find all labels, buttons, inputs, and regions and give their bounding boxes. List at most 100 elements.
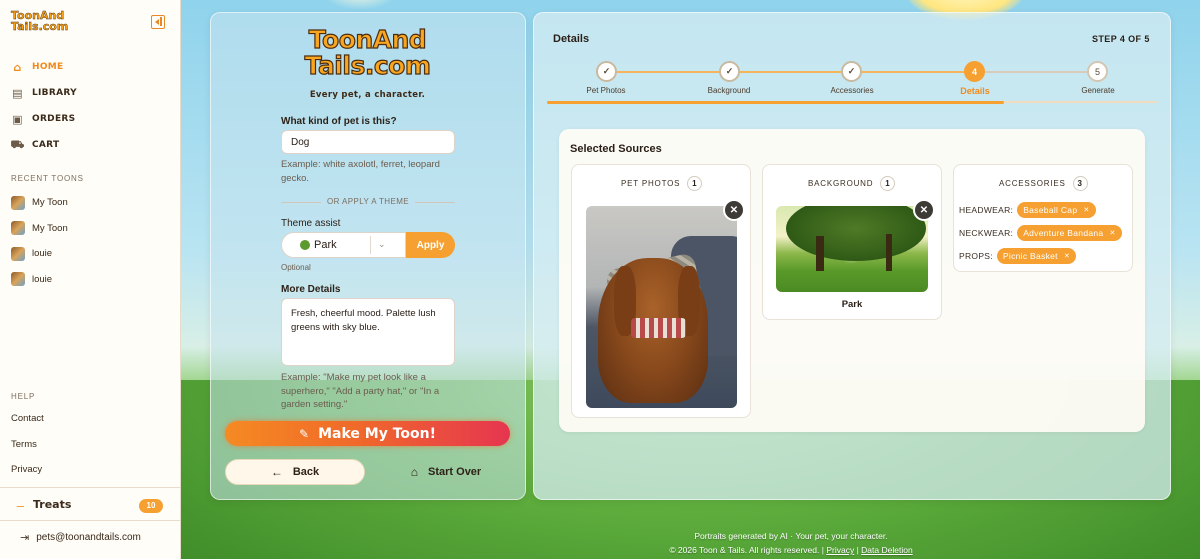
remove-background-icon[interactable]: ✕: [913, 199, 935, 221]
chip-label: Baseball Cap: [1023, 205, 1078, 215]
chip-label: Picnic Basket: [1002, 251, 1058, 261]
recent-toon-item[interactable]: louie: [11, 241, 68, 267]
step-circle-background[interactable]: ✓: [719, 61, 740, 82]
nav-label: HOME: [32, 62, 64, 72]
recent-toon-item[interactable]: louie: [11, 267, 68, 293]
accessory-row-headwear: HEADWEAR: Baseball Cap ✕: [959, 202, 1096, 218]
chip-label: Adventure Bandana: [1023, 228, 1104, 238]
step-circle-accessories[interactable]: ✓: [841, 61, 862, 82]
pet-kind-input[interactable]: Dog: [281, 130, 455, 154]
theme-assist-label: Theme assist: [281, 218, 341, 229]
accessory-chip[interactable]: Adventure Bandana ✕: [1017, 225, 1122, 241]
footer-tagline: Portraits generated by AI · Your pet, yo…: [694, 531, 888, 541]
step-label: Accessories: [830, 86, 874, 95]
background-heading: BACKGROUND 1: [808, 176, 896, 191]
nav-label: LIBRARY: [32, 88, 77, 98]
stepper-progress: [547, 101, 1004, 104]
more-details-textarea[interactable]: Fresh, cheerful mood. Palette lush green…: [281, 298, 455, 366]
apply-theme-button[interactable]: Apply: [406, 232, 455, 258]
theme-select[interactable]: Park ⌄: [281, 232, 406, 258]
footer-copyright: © 2026 Toon & Tails. All rights reserved…: [669, 545, 824, 555]
theme-select-value: Park: [314, 239, 337, 251]
treats-count-badge: 10: [139, 499, 163, 513]
accessory-row-props: PROPS: Picnic Basket ✕: [959, 248, 1077, 264]
back-button[interactable]: ← Back: [225, 459, 365, 485]
recent-toon-item[interactable]: My Toon: [11, 216, 68, 242]
photo-dog-bandana: [631, 318, 686, 338]
remove-chip-icon[interactable]: ✕: [1083, 206, 1089, 214]
background-count: 1: [880, 176, 896, 191]
remove-pet-photo-icon[interactable]: ✕: [723, 199, 745, 221]
accessory-chip[interactable]: Baseball Cap ✕: [1017, 202, 1096, 218]
pet-photos-heading: PET PHOTOS 1: [621, 176, 703, 191]
arrow-left-icon: ←: [270, 465, 283, 479]
step-circle-details[interactable]: 4: [964, 61, 985, 82]
tree-icon: [300, 240, 310, 250]
start-over-button[interactable]: ⌂ Start Over: [396, 459, 496, 485]
treats-link[interactable]: ⚊ Treats: [16, 498, 71, 511]
step-circle-pet-photos[interactable]: ✓: [596, 61, 617, 82]
background-caption: Park: [841, 299, 863, 310]
help-link-privacy[interactable]: Privacy: [11, 457, 44, 483]
more-details-hint: Example: "Make my pet look like a superh…: [281, 372, 440, 410]
recent-toons-heading: RECENT TOONS: [11, 174, 84, 183]
step-circle-generate[interactable]: 5: [1087, 61, 1108, 82]
panel-title: Details: [553, 33, 590, 45]
recent-toon-label: My Toon: [32, 197, 68, 209]
sidebar: ToonAnd Tails.com ⌂ HOME ▤ LIBRARY ▣ ORD…: [0, 0, 181, 559]
nav-item-cart[interactable]: ⛟ CART: [10, 132, 77, 158]
or-theme-divider: OR APPLY A THEME: [281, 197, 455, 206]
pet-photos-count: 1: [687, 176, 703, 191]
step-indicator: STEP 4 OF 5: [1092, 34, 1150, 44]
footer-data-deletion-link[interactable]: Data Deletion: [861, 545, 913, 555]
home-icon: ⌂: [13, 60, 22, 74]
sun-glow-left: [320, 0, 400, 10]
pet-kind-label: What kind of pet is this?: [281, 116, 397, 127]
footer-privacy-link[interactable]: Privacy: [826, 545, 854, 555]
back-label: Back: [292, 466, 320, 478]
pet-photos-label: PET PHOTOS: [621, 179, 681, 188]
sidebar-divider: [0, 487, 181, 488]
stepper-connector: [616, 71, 720, 73]
help-links: Contact Terms Privacy: [11, 406, 44, 483]
make-my-toon-button[interactable]: ✎ Make My Toon!: [225, 421, 510, 446]
collapse-sidebar-icon[interactable]: [151, 15, 165, 29]
footer-legal: © 2026 Toon & Tails. All rights reserved…: [533, 545, 1049, 555]
library-icon: ▤: [12, 86, 23, 100]
pet-kind-value: Dog: [291, 136, 310, 148]
step-label-active: Details: [960, 86, 990, 96]
step-label: Pet Photos: [586, 86, 626, 95]
box-icon: ▣: [12, 112, 23, 126]
toon-thumbnail: [11, 272, 25, 287]
remove-chip-icon[interactable]: ✕: [1064, 252, 1070, 260]
theme-optional-note: Optional: [281, 263, 311, 272]
treats-label: Treats: [32, 498, 72, 511]
nav-label: ORDERS: [32, 114, 76, 124]
park-tree-trunk: [816, 236, 824, 271]
nav-label: CART: [32, 140, 60, 150]
accessory-chip[interactable]: Picnic Basket ✕: [996, 248, 1077, 264]
recent-toon-item[interactable]: My Toon: [11, 190, 68, 216]
accessory-category: PROPS:: [959, 251, 993, 261]
pet-photo-image: [586, 206, 737, 408]
accessories-heading: ACCESSORIES 3: [999, 176, 1088, 191]
nav-item-home[interactable]: ⌂ HOME: [11, 54, 77, 80]
stepper-connector: [740, 71, 842, 73]
remove-chip-icon[interactable]: ✕: [1109, 229, 1115, 237]
more-details-label: More Details: [281, 284, 341, 295]
nav-item-orders[interactable]: ▣ ORDERS: [11, 106, 77, 132]
select-divider: [370, 236, 371, 254]
account-email[interactable]: ⇥ pets@toonandtails.com: [20, 531, 141, 544]
nav-item-library[interactable]: ▤ LIBRARY: [11, 80, 77, 106]
recent-toon-label: My Toon: [32, 222, 68, 234]
bone-icon: ⚊: [16, 499, 25, 510]
help-link-terms[interactable]: Terms: [11, 432, 44, 458]
help-link-contact[interactable]: Contact: [11, 406, 44, 432]
footer-separator: |: [856, 545, 859, 555]
accessory-row-neckwear: NECKWEAR: Adventure Bandana ✕: [959, 225, 1122, 241]
pet-kind-hint: Example: white axolotl, ferret, leopard …: [281, 159, 440, 184]
chevron-down-icon: ⌄: [378, 239, 386, 249]
step-label: Generate: [1081, 86, 1115, 95]
sidebar-logo[interactable]: ToonAnd Tails.com: [11, 10, 69, 32]
home-icon: ⌂: [410, 465, 419, 479]
